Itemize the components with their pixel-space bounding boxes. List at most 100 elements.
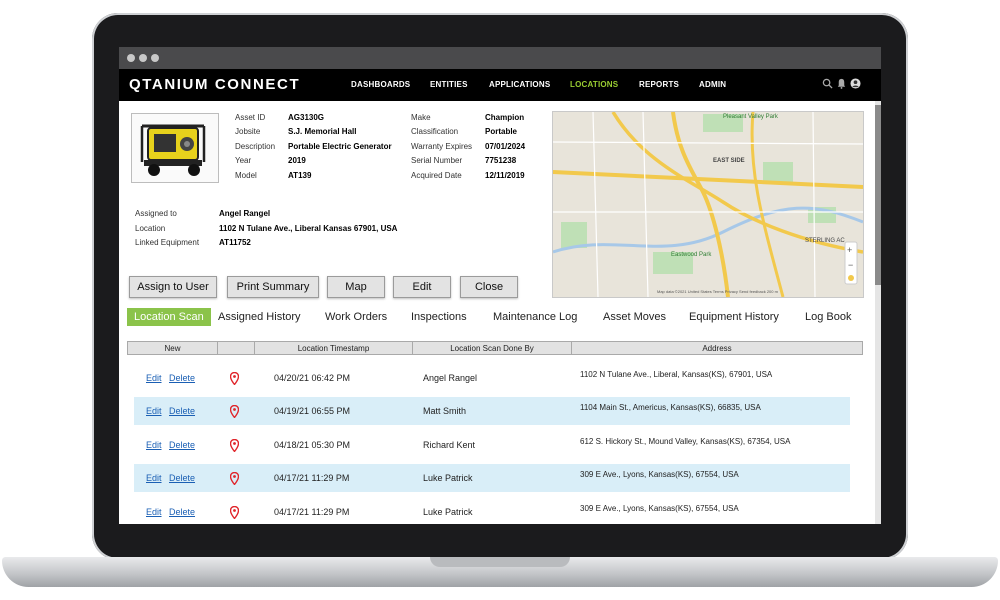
app-header: QTANIUM CONNECT DASHBOARDS ENTITIES APPL…: [119, 69, 881, 101]
edit-button[interactable]: Edit: [393, 276, 451, 298]
close-button[interactable]: Close: [460, 276, 518, 298]
row-timestamp: 04/20/21 06:42 PM: [274, 373, 351, 383]
window-maximize-dot[interactable]: [151, 54, 159, 62]
delete-link[interactable]: Delete: [169, 507, 195, 517]
row-scan-by: Richard Kent: [423, 440, 476, 450]
edit-link[interactable]: Edit: [146, 507, 162, 517]
delete-link[interactable]: Delete: [169, 440, 195, 450]
col-header-new[interactable]: New: [127, 341, 218, 355]
svg-text:+: +: [847, 245, 852, 255]
delete-link[interactable]: Delete: [169, 473, 195, 483]
row-address: 309 E Ave., Lyons, Kansas(KS), 67554, US…: [580, 504, 739, 513]
window-close-dot[interactable]: [127, 54, 135, 62]
edit-link[interactable]: Edit: [146, 473, 162, 483]
tab-inspections[interactable]: Inspections: [411, 311, 467, 323]
nav-dashboards[interactable]: DASHBOARDS: [351, 80, 410, 89]
map-pin-icon[interactable]: [230, 472, 239, 485]
linked-equipment-value: AT11752: [219, 238, 251, 247]
classification-label: Classification: [411, 127, 459, 136]
nav-admin[interactable]: ADMIN: [699, 80, 726, 89]
row-address: 1104 Main St., Americus, Kansas(KS), 668…: [580, 403, 761, 412]
table-row[interactable]: Edit Delete 04/17/21 11:29 PM Luke Patri…: [134, 498, 850, 524]
print-summary-button[interactable]: Print Summary: [227, 276, 319, 298]
jobsite-value: S.J. Memorial Hall: [288, 127, 357, 136]
map-label-sterling: STERLING AC: [805, 238, 845, 244]
tab-asset-moves[interactable]: Asset Moves: [603, 311, 666, 323]
table-row[interactable]: Edit Delete 04/19/21 06:55 PM Matt Smith…: [134, 397, 850, 425]
map-pin-icon[interactable]: [230, 405, 239, 418]
user-icon[interactable]: [850, 78, 861, 89]
nav-entities[interactable]: ENTITIES: [430, 80, 468, 89]
location-map[interactable]: + − Pleasant Valley Park EAST SIDE Eastw…: [552, 111, 864, 298]
tab-log-book[interactable]: Log Book: [805, 311, 851, 323]
serial-value: 7751238: [485, 156, 517, 165]
screen: QTANIUM CONNECT DASHBOARDS ENTITIES APPL…: [119, 47, 881, 524]
warranty-label: Warranty Expires: [411, 142, 473, 151]
map-pin-icon[interactable]: [230, 506, 239, 519]
bell-icon[interactable]: [836, 78, 847, 89]
tab-work-orders[interactable]: Work Orders: [325, 311, 387, 323]
description-value: Portable Electric Generator: [288, 142, 392, 151]
col-header-address[interactable]: Address: [571, 341, 863, 355]
assign-to-user-button[interactable]: Assign to User: [129, 276, 217, 298]
tab-location-scan[interactable]: Location Scan: [127, 308, 211, 326]
delete-link[interactable]: Delete: [169, 373, 195, 383]
vertical-scrollbar[interactable]: [875, 101, 881, 524]
tab-maintenance-log[interactable]: Maintenance Log: [493, 311, 577, 323]
nav-reports[interactable]: REPORTS: [639, 80, 679, 89]
row-timestamp: 04/17/21 11:29 PM: [274, 507, 350, 517]
col-header-scan-done-by[interactable]: Location Scan Done By: [412, 341, 572, 355]
description-label: Description: [235, 142, 276, 151]
col-header-pin: [217, 341, 255, 355]
make-value: Champion: [485, 113, 525, 122]
table-row[interactable]: Edit Delete 04/18/21 05:30 PM Richard Ke…: [134, 431, 850, 459]
linked-equipment-label: Linked Equipment: [135, 238, 200, 247]
row-timestamp: 04/18/21 05:30 PM: [274, 440, 351, 450]
edit-link[interactable]: Edit: [146, 373, 162, 383]
window-minimize-dot[interactable]: [139, 54, 147, 62]
map-graphic: + −: [553, 112, 863, 297]
serial-label: Serial Number: [411, 156, 463, 165]
location-label: Location: [135, 224, 166, 233]
generator-image: [140, 124, 206, 176]
row-timestamp: 04/19/21 06:55 PM: [274, 406, 351, 416]
model-label: Model: [235, 171, 257, 180]
table-row[interactable]: Edit Delete 04/17/21 11:29 PM Luke Patri…: [134, 464, 850, 492]
asset-id-value: AG3130G: [288, 113, 325, 122]
delete-link[interactable]: Delete: [169, 406, 195, 416]
acquired-label: Acquired Date: [411, 171, 462, 180]
classification-value: Portable: [485, 127, 518, 136]
tab-equipment-history[interactable]: Equipment History: [689, 311, 779, 323]
row-address: 612 S. Hickory St., Mound Valley, Kansas…: [580, 437, 791, 446]
col-header-timestamp[interactable]: Location Timestamp: [254, 341, 413, 355]
location-value: 1102 N Tulane Ave., Liberal Kansas 67901…: [219, 224, 398, 233]
map-button[interactable]: Map: [327, 276, 385, 298]
browser-titlebar: [119, 47, 881, 69]
map-label-east-side: EAST SIDE: [713, 158, 745, 164]
row-scan-by: Angel Rangel: [423, 373, 478, 383]
year-label: Year: [235, 156, 252, 165]
edit-link[interactable]: Edit: [146, 406, 162, 416]
map-pin-icon[interactable]: [230, 372, 239, 385]
edit-link[interactable]: Edit: [146, 440, 162, 450]
make-label: Make: [411, 113, 431, 122]
nav-applications[interactable]: APPLICATIONS: [489, 80, 550, 89]
laptop-notch: [430, 557, 570, 567]
assigned-to-label: Assigned to: [135, 209, 177, 218]
scrollbar-thumb[interactable]: [875, 105, 881, 285]
row-timestamp: 04/17/21 11:29 PM: [274, 473, 350, 483]
map-footer: Map data ©2021 United States Terms Priva…: [657, 289, 778, 294]
assigned-to-value: Angel Rangel: [219, 209, 271, 218]
map-pin-icon[interactable]: [230, 439, 239, 452]
nav-locations[interactable]: LOCATIONS: [570, 80, 618, 89]
row-scan-by: Luke Patrick: [423, 507, 473, 517]
jobsite-label: Jobsite: [235, 127, 261, 136]
tab-assigned-history[interactable]: Assigned History: [218, 311, 301, 323]
warranty-value: 07/01/2024: [485, 142, 526, 151]
table-row[interactable]: Edit Delete 04/20/21 06:42 PM Angel Rang…: [134, 364, 850, 392]
row-address: 1102 N Tulane Ave., Liberal, Kansas(KS),…: [580, 370, 773, 379]
model-value: AT139: [288, 171, 312, 180]
search-icon[interactable]: [822, 78, 833, 89]
row-scan-by: Luke Patrick: [423, 473, 473, 483]
app-logo[interactable]: QTANIUM CONNECT: [129, 76, 300, 93]
